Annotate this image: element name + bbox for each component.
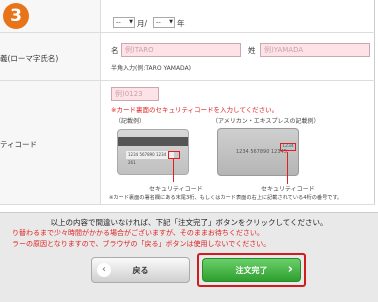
cvc-label: ティコード xyxy=(0,140,38,149)
first-name-prefix: 名 xyxy=(111,46,119,55)
right-arrow-icon: › xyxy=(287,262,293,277)
cvc-instruction: ※カード裏面のセキュリティコードを入力してください。 xyxy=(111,106,279,114)
signature-panel: 1234 567890 1234 261 xyxy=(126,151,174,165)
amex-example-label: （アメリカン・エキスプレスの記載例） xyxy=(212,118,320,125)
back-warning: ラーの原因となりますので、ブラウザの「戻る」ボタンは使用しないでください。 xyxy=(12,240,271,248)
step-badge: 3 xyxy=(3,3,29,29)
complete-order-button[interactable]: 注文完了 › xyxy=(202,258,301,282)
last-name-input[interactable]: 例)YAMADA xyxy=(260,43,370,57)
checkout-form: -- ▼ 月/ -- ▼ 年 義(ローマ字氏名) 名 例)TARO 姓 例)YAMA… xyxy=(0,0,378,302)
pointer-line xyxy=(173,158,174,182)
name-label-cell: 義(ローマ字氏名) xyxy=(0,33,101,81)
card2-caption: セキュリティコード xyxy=(261,186,315,193)
cvc-cell: 例)0123 ※カード裏面のセキュリティコードを入力してください。 （記載例） … xyxy=(101,81,375,205)
card1-caption: セキュリティコード xyxy=(149,186,203,193)
name-label: 義(ローマ字氏名) xyxy=(0,54,59,63)
confirm-message: 以上の内容で間違いなければ、下記「注文完了」ボタンをクリックしてください。 xyxy=(50,218,328,227)
last-name-prefix: 姓 xyxy=(248,46,256,55)
chevron-down-icon: ▼ xyxy=(129,19,133,25)
cvc-highlight xyxy=(168,151,180,159)
month-suffix: 月/ xyxy=(137,19,148,28)
back-button[interactable]: ‹ 戻る xyxy=(91,257,190,283)
wait-warning: り替わるまで少々時間がかかる場合がございますが、そのままお待ちください。 xyxy=(12,229,264,237)
complete-button-highlight: 注文完了 › xyxy=(197,253,306,287)
confirm-footer: 以上の内容で間違いなければ、下記「注文完了」ボタンをクリックしてください。 り替… xyxy=(0,212,378,302)
example-label: （記載例） xyxy=(115,118,146,125)
payment-table: -- ▼ 月/ -- ▼ 年 義(ローマ字氏名) 名 例)TARO 姓 例)YAMA… xyxy=(0,0,375,205)
back-button-label: 戻る xyxy=(132,266,149,275)
year-value: -- xyxy=(156,18,161,26)
cvc-input[interactable]: 例)0123 xyxy=(111,87,159,101)
amex-pointer-line xyxy=(287,152,288,184)
expiry-cell: -- ▼ 月/ -- ▼ 年 xyxy=(101,0,375,33)
first-name-input[interactable]: 例)TARO xyxy=(121,43,241,57)
magnetic-stripe xyxy=(118,137,188,146)
name-hint: 半角入力(例:TARO YAMADA) xyxy=(111,65,192,72)
chevron-down-icon: ▼ xyxy=(169,19,173,25)
year-suffix: 年 xyxy=(177,19,185,28)
month-value: -- xyxy=(116,18,121,26)
complete-button-label: 注文完了 xyxy=(235,266,268,275)
amex-cvc-highlight: 1234 xyxy=(280,143,296,151)
cvc-label-cell: ティコード xyxy=(0,81,101,205)
year-select[interactable]: -- ▼ xyxy=(153,17,175,28)
cvc-note: ※カード裏面の署名欄にある末尾3桁、もしくはカード表面の右上に記載されている4桁… xyxy=(109,195,343,201)
month-select[interactable]: -- ▼ xyxy=(113,17,135,28)
name-cell: 名 例)TARO 姓 例)YAMADA 半角入力(例:TARO YAMADA) xyxy=(101,33,375,81)
card-back-image: 1234 567890 1234 261 xyxy=(117,129,189,175)
